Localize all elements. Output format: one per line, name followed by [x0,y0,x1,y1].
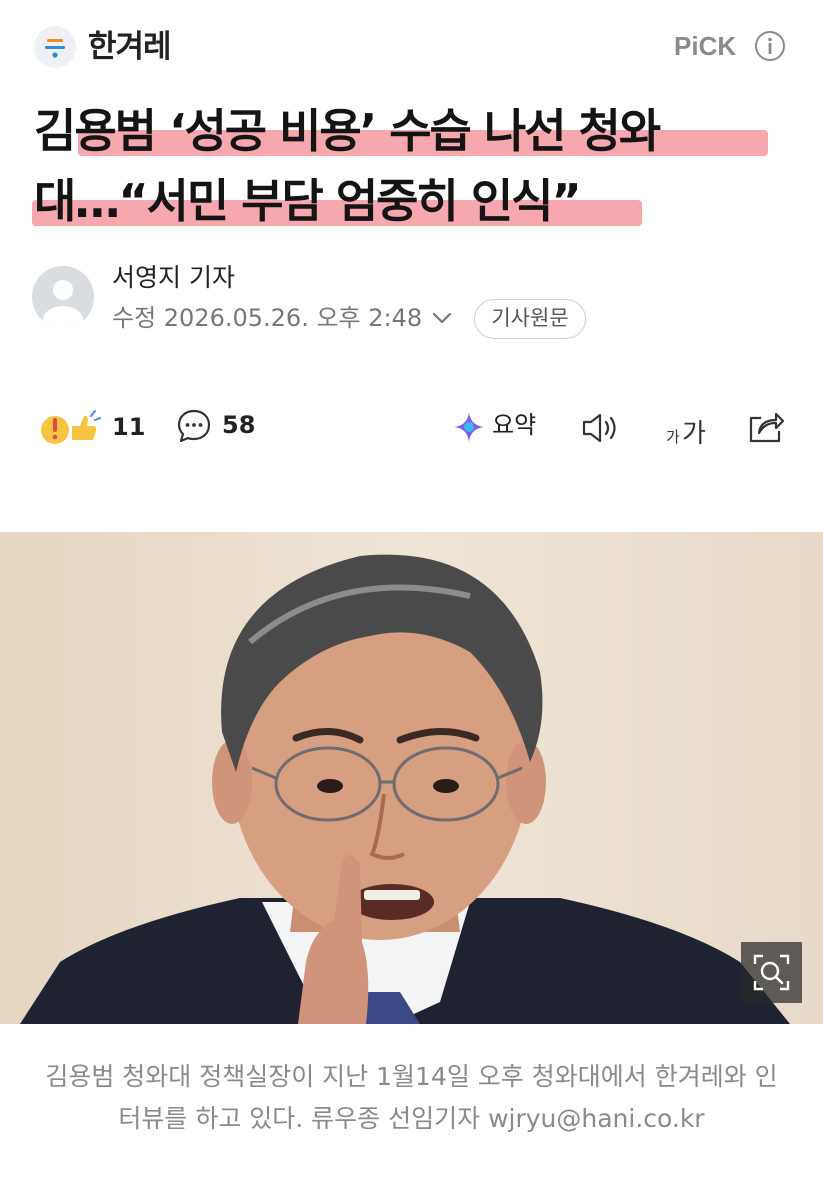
press-logo[interactable] [34,26,76,68]
info-icon[interactable] [754,30,786,62]
headline-line-1: 김용범 ‘성공 비용’ 수습 나선 청와 [34,104,661,158]
action-bar: 11 58 요약 가 가 [0,400,823,460]
font-size-icon[interactable]: 가 가 [664,408,714,448]
speaker-icon[interactable] [580,410,622,446]
headline-line-2: 대…“서민 부담 엄중히 인식” [34,174,582,228]
comment-count: 58 [222,411,256,439]
article-photo[interactable] [0,532,823,1024]
summary-label[interactable]: 요약 [492,409,536,441]
photo-zoom-button[interactable] [741,942,802,1003]
reaction-count: 11 [112,413,146,441]
svg-text:가: 가 [682,419,706,448]
hankyoreh-logo-icon [45,39,65,58]
photo-caption: 김용범 청와대 정책실장이 지난 1월14일 오후 청와대에서 한겨레와 인터뷰… [45,1062,778,1133]
headline-block: 김용범 ‘성공 비용’ 수습 나선 청와 대…“서민 부담 엄중히 인식” [32,96,794,236]
original-article-button[interactable]: 기사원문 [474,299,586,339]
share-icon[interactable] [746,406,786,446]
top-bar: 한겨레 PiCK [0,0,823,92]
pick-badge: PiCK [674,31,737,61]
portrait-illustration [0,532,823,1024]
reaction-icon[interactable] [38,406,106,450]
edited-date: 수정 2026.05.26. 오후 2:48 [112,304,423,332]
svg-text:가: 가 [666,428,680,446]
reporter-avatar[interactable] [32,266,94,328]
press-name[interactable]: 한겨레 [88,26,172,68]
zoom-icon [753,954,790,991]
reporter-name[interactable]: 서영지 기자 [112,262,235,294]
summary-icon[interactable] [452,410,486,444]
comment-icon[interactable] [176,408,212,444]
chevron-down-icon[interactable] [428,306,456,330]
avatar-placeholder-icon [32,266,94,328]
